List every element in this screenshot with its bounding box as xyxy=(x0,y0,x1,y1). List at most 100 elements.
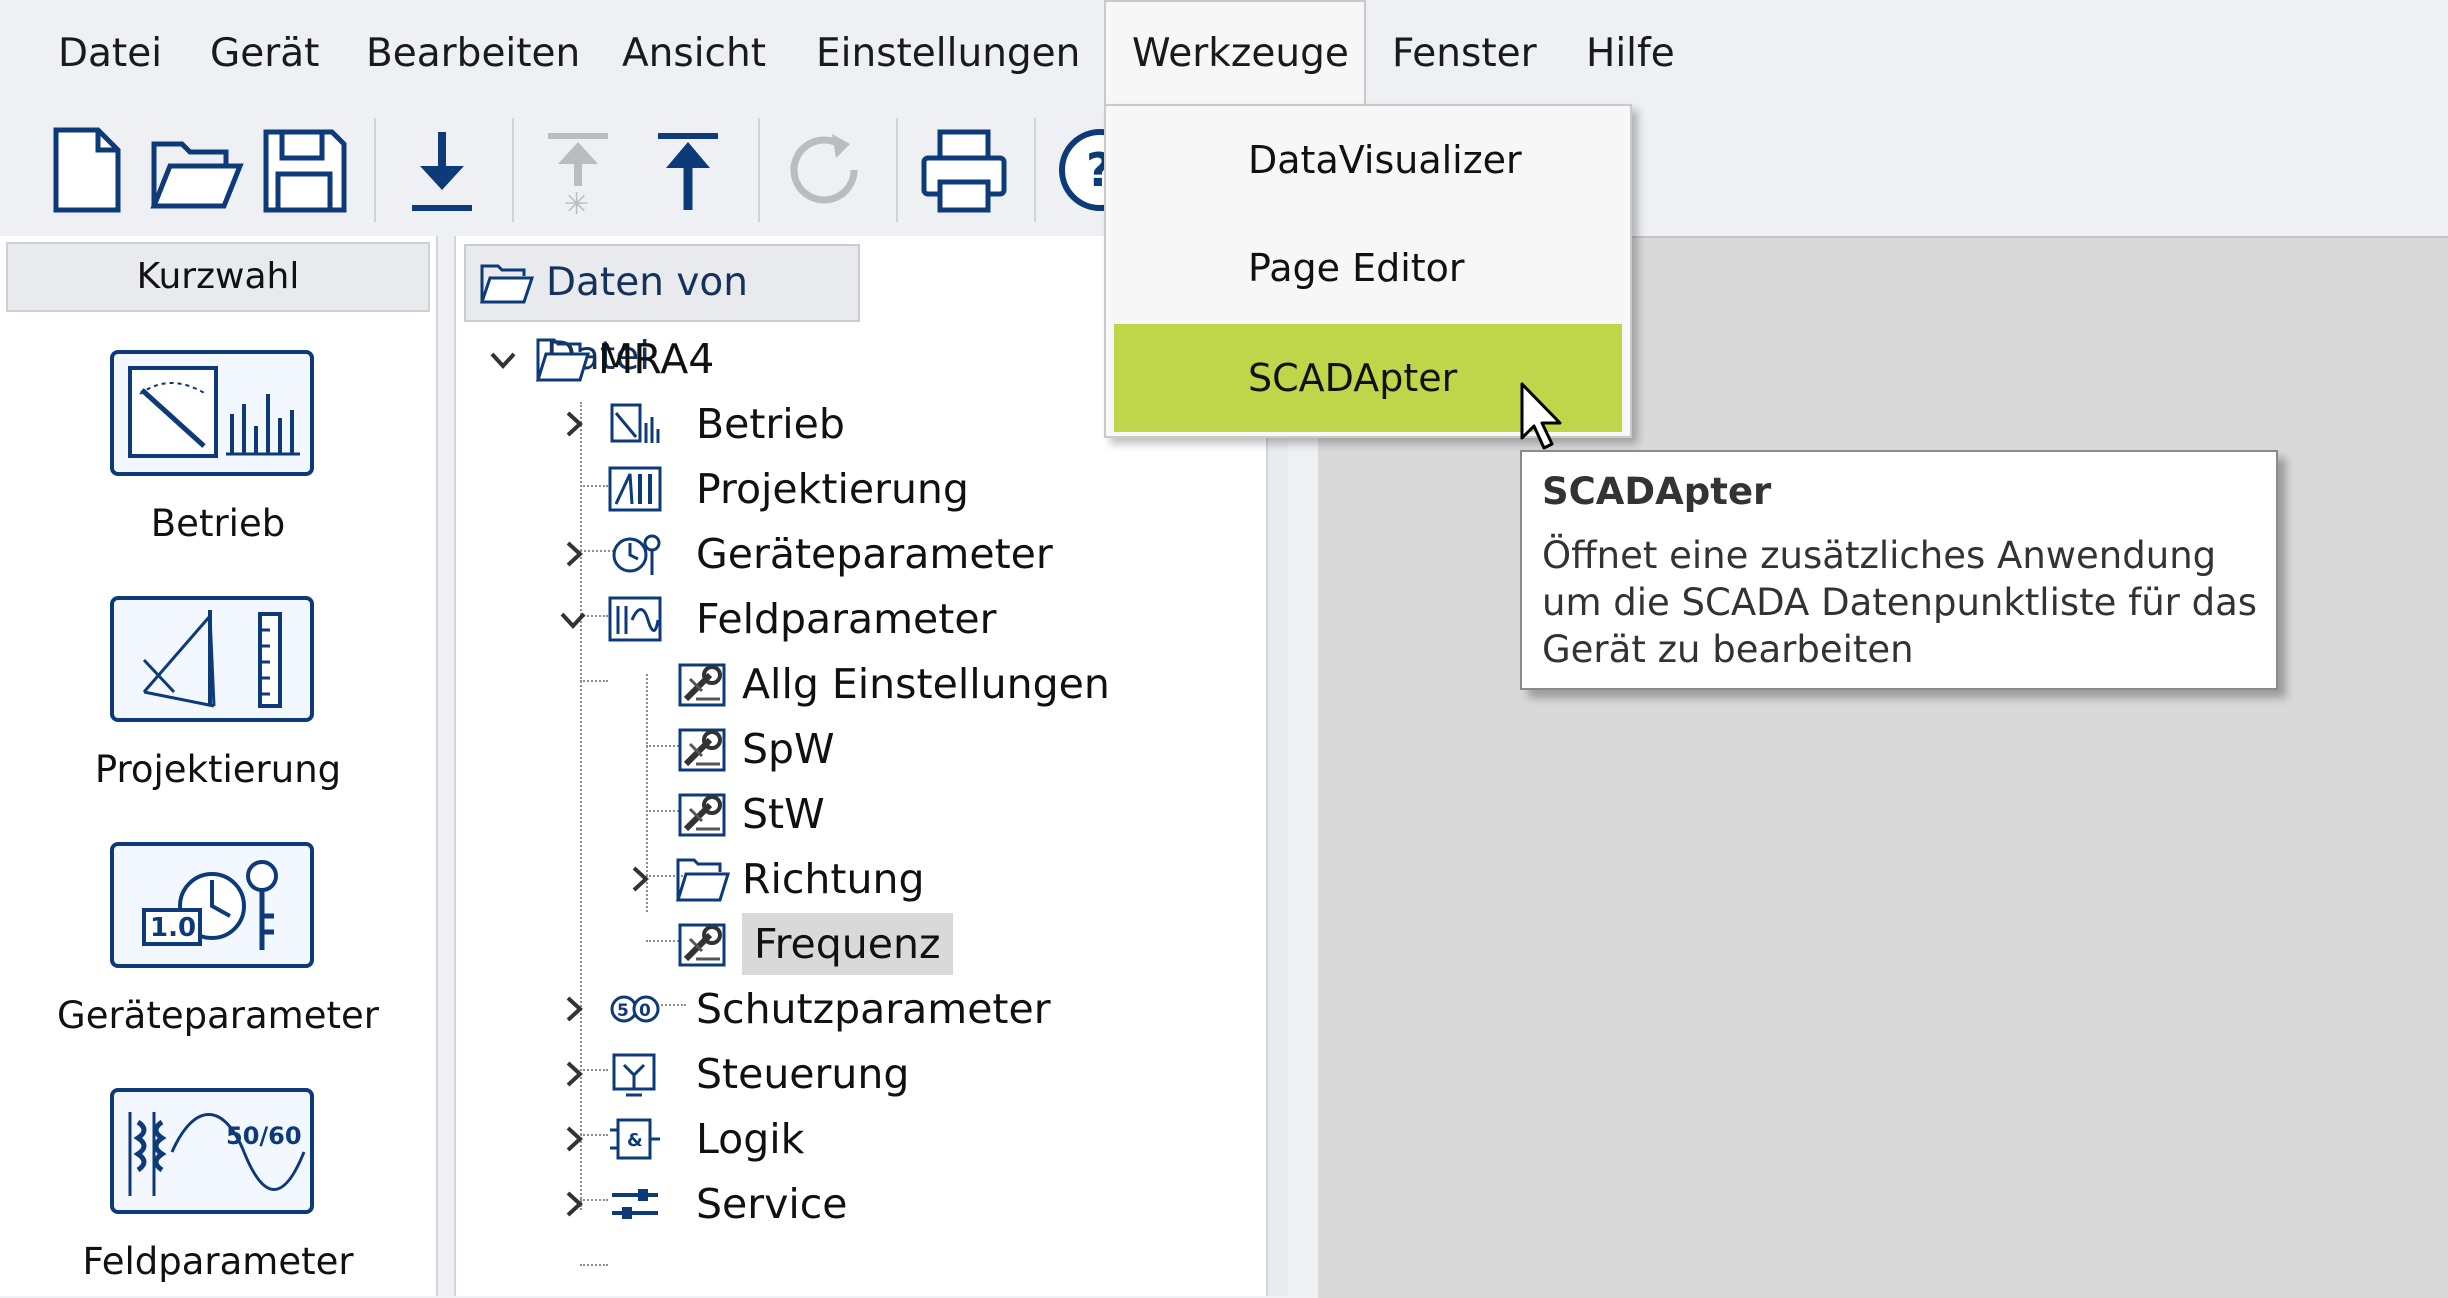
tree-node-betrieb[interactable]: Betrieb xyxy=(556,393,1156,455)
tree-node-label: Steuerung xyxy=(696,1050,910,1098)
menu-datei[interactable]: Datei xyxy=(32,0,188,108)
menu-item-page-editor[interactable]: Page Editor xyxy=(1114,214,1622,322)
quick-access-header: Kurzwahl xyxy=(6,242,430,312)
svg-text:0: 0 xyxy=(639,1001,651,1021)
chevron-right-icon[interactable] xyxy=(622,860,656,898)
svg-text:5: 5 xyxy=(617,1001,629,1021)
quick-access-label: Feldparameter xyxy=(82,1240,354,1283)
tree-node-label: StW xyxy=(742,790,825,838)
folder-icon xyxy=(535,334,591,384)
toolbar-separator xyxy=(1034,118,1036,222)
mouse-cursor-icon xyxy=(1520,382,1562,450)
toolbar-separator xyxy=(896,118,898,222)
menu-fenster[interactable]: Fenster xyxy=(1366,0,1563,108)
chevron-right-icon[interactable] xyxy=(556,535,590,573)
quick-access-label: Geräteparameter xyxy=(57,994,379,1037)
tree-node-label: Geräteparameter xyxy=(696,530,1053,578)
meter-icon[interactable] xyxy=(110,350,314,476)
chevron-right-icon[interactable] xyxy=(556,405,590,443)
logic-icon: & xyxy=(608,1114,662,1164)
meter-icon xyxy=(608,399,662,449)
menu-bar: Datei Gerät Bearbeiten Ansicht Einstellu… xyxy=(0,0,2448,108)
toolbar-separator xyxy=(758,118,760,222)
tree-node-logik[interactable]: & Logik xyxy=(556,1108,1156,1170)
tooltip: SCADApter Öffnet eine zusätzliches Anwen… xyxy=(1520,450,2278,690)
toolbar-separator xyxy=(374,118,376,222)
tree-node-label: Service xyxy=(696,1180,848,1228)
device-params-icon[interactable]: 1.0 xyxy=(110,842,314,968)
menu-hilfe[interactable]: Hilfe xyxy=(1560,0,1701,108)
projection-icon xyxy=(608,464,662,514)
menu-geraet[interactable]: Gerät xyxy=(184,0,345,108)
menu-einstellungen[interactable]: Einstellungen xyxy=(790,0,1106,108)
settings-icon xyxy=(676,919,730,969)
upload-disabled-icon: ✳ xyxy=(530,122,626,222)
tree-node-mra4[interactable]: MRA4 xyxy=(486,328,986,390)
service-icon xyxy=(608,1179,662,1229)
svg-text:50/60: 50/60 xyxy=(226,1122,302,1150)
settings-icon xyxy=(676,724,730,774)
quick-access-panel: Kurzwahl Betrieb Projektierung 1.0 Gerät… xyxy=(0,236,438,1296)
refresh-icon xyxy=(776,122,872,218)
help-icon[interactable]: ? xyxy=(1052,122,1106,218)
tree-connector xyxy=(580,680,608,682)
chevron-right-icon[interactable] xyxy=(556,1120,590,1158)
tab-daten-von-datei[interactable]: Daten von Datei xyxy=(464,244,860,379)
tree-node-service[interactable]: Service xyxy=(556,1173,1156,1235)
tree-node-label: Richtung xyxy=(742,855,925,903)
svg-text:✳: ✳ xyxy=(564,187,589,218)
tree-node-schutzparameter[interactable]: 50 Schutzparameter xyxy=(556,978,1196,1040)
tree-connector xyxy=(580,1264,608,1266)
tree-node-label: SpW xyxy=(742,725,835,773)
print-icon[interactable] xyxy=(916,122,1012,218)
projection-icon[interactable] xyxy=(110,596,314,722)
tree-node-richtung[interactable]: Richtung xyxy=(622,848,1182,910)
quick-access-label: Projektierung xyxy=(94,748,342,791)
svg-text:1.0: 1.0 xyxy=(150,913,196,943)
chevron-down-icon[interactable] xyxy=(556,600,590,638)
tree-node-label: Schutzparameter xyxy=(696,985,1051,1033)
tree-node-stw[interactable]: StW xyxy=(626,783,1186,845)
tree-node-allg-einstellungen[interactable]: Allg Einstellungen xyxy=(626,653,1186,715)
upload-icon[interactable] xyxy=(640,122,736,218)
device-params-icon xyxy=(608,529,662,579)
download-icon[interactable] xyxy=(394,122,490,218)
tree-node-label: Allg Einstellungen xyxy=(742,660,1110,708)
tree-node-label: Feldparameter xyxy=(696,595,997,643)
menu-bearbeiten[interactable]: Bearbeiten xyxy=(340,0,606,108)
tree-node-spw[interactable]: SpW xyxy=(626,718,1186,780)
tree-node-frequenz[interactable]: Frequenz xyxy=(626,913,1186,975)
tree-node-label: Betrieb xyxy=(696,400,845,448)
open-folder-icon[interactable] xyxy=(148,122,244,218)
toolbar-separator xyxy=(512,118,514,222)
menu-werkzeuge[interactable]: Werkzeuge xyxy=(1104,0,1366,108)
menu-item-datavisualizer[interactable]: DataVisualizer xyxy=(1114,106,1622,214)
tooltip-body: Öffnet eine zusätzliches Anwendung um di… xyxy=(1542,534,2258,671)
folder-icon xyxy=(480,264,534,304)
save-icon[interactable] xyxy=(256,122,352,218)
protection-icon: 50 xyxy=(608,984,662,1034)
chevron-down-icon[interactable] xyxy=(486,340,520,378)
settings-icon xyxy=(676,789,730,839)
tooltip-title: SCADApter xyxy=(1542,470,1772,513)
quick-access-label: Betrieb xyxy=(150,502,286,545)
tree-node-geraeteparameter[interactable]: Geräteparameter xyxy=(556,523,1156,585)
tree-node-label: Frequenz xyxy=(742,913,953,975)
tree-node-feldparameter[interactable]: Feldparameter xyxy=(556,588,1156,650)
tree-node-steuerung[interactable]: Steuerung xyxy=(556,1043,1156,1105)
tree-node-label: Logik xyxy=(696,1115,805,1163)
svg-text:&: & xyxy=(627,1130,643,1151)
menu-ansicht[interactable]: Ansicht xyxy=(596,0,792,108)
field-params-icon xyxy=(608,594,662,644)
chevron-right-icon[interactable] xyxy=(556,990,590,1028)
vertical-scrollbar[interactable] xyxy=(1266,320,1288,1296)
tree-node-label: MRA4 xyxy=(598,335,715,383)
settings-icon xyxy=(676,659,730,709)
new-file-icon[interactable] xyxy=(40,122,136,218)
chevron-right-icon[interactable] xyxy=(556,1185,590,1223)
field-params-icon[interactable]: 50/60 xyxy=(110,1088,314,1214)
svg-text:?: ? xyxy=(1086,143,1106,197)
tree-node-label: Projektierung xyxy=(696,465,969,513)
chevron-right-icon[interactable] xyxy=(556,1055,590,1093)
tree-node-projektierung[interactable]: Projektierung xyxy=(556,458,1156,520)
